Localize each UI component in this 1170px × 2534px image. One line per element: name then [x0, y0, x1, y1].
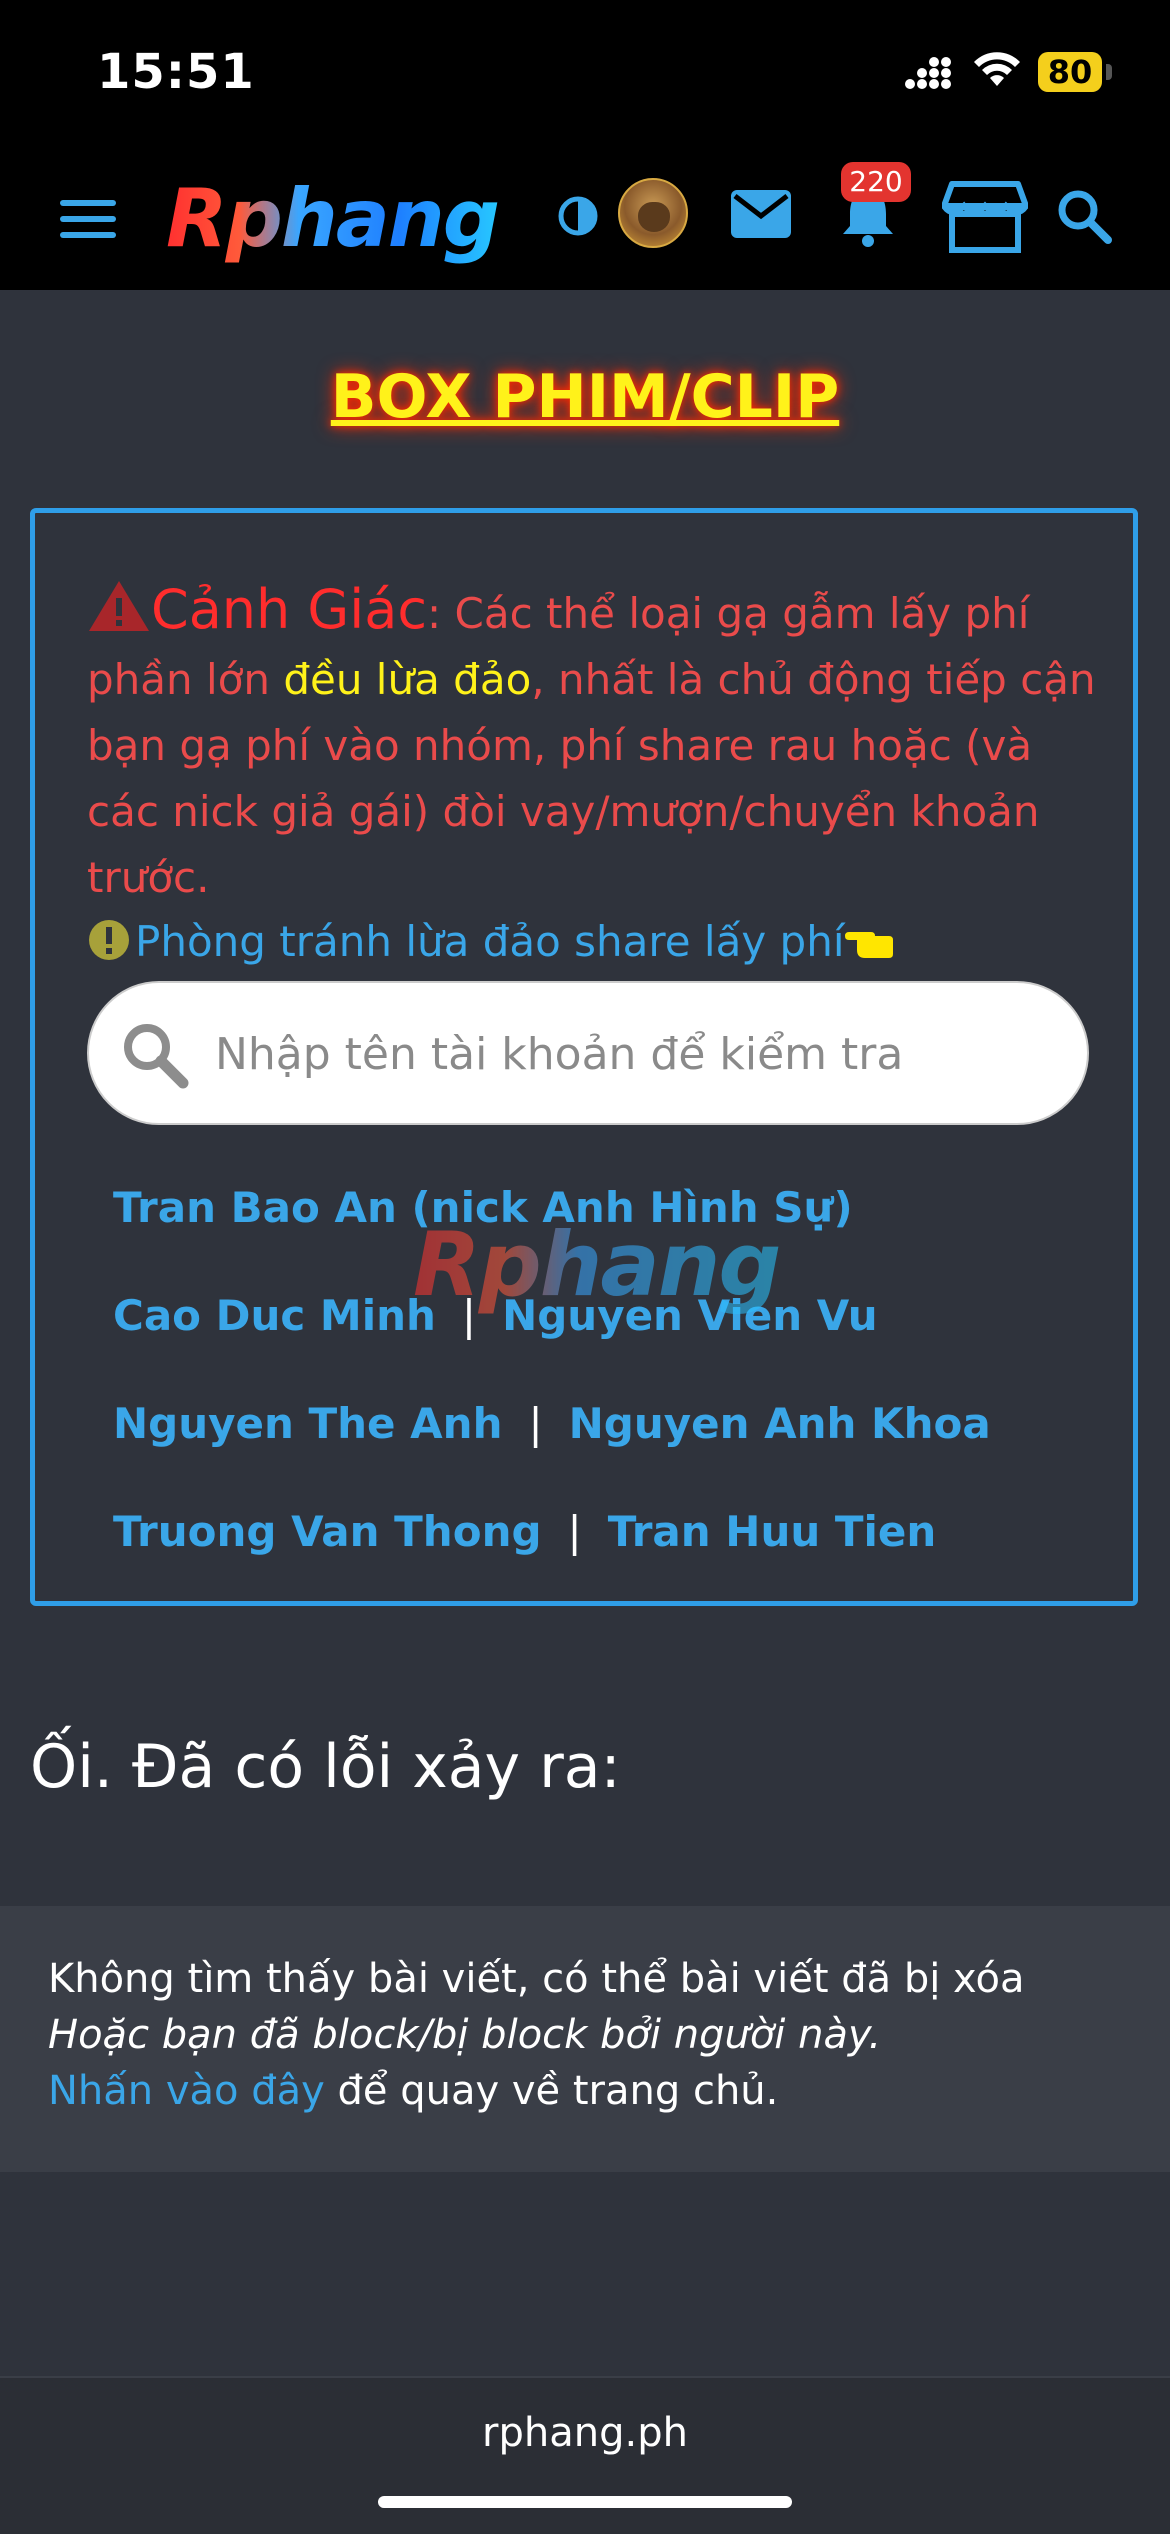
- scam-account-link[interactable]: Nguyen The Anh: [113, 1399, 502, 1448]
- scam-tip-text: Phòng tránh lừa đảo share lấy phí: [135, 917, 845, 966]
- store-icon[interactable]: [942, 180, 1028, 254]
- scam-account-link[interactable]: Tran Bao An (nick Anh Hình Sự): [113, 1183, 853, 1232]
- status-bar: 15:51 80: [0, 0, 1170, 148]
- separator: |: [567, 1507, 582, 1556]
- separator: |: [528, 1399, 543, 1448]
- scam-account-row: Truong Van Thong | Tran Huu Tien: [113, 1507, 936, 1556]
- home-link[interactable]: Nhấn vào đây: [48, 2068, 325, 2114]
- warning-heading: Cảnh Giác: [151, 578, 428, 641]
- cellular-signal-icon: [905, 57, 951, 89]
- scam-account-row: Tran Bao An (nick Anh Hình Sự): [113, 1183, 853, 1232]
- contrast-icon[interactable]: [556, 194, 600, 238]
- scam-account-row: Cao Duc Minh | Nguyen Vien Vu: [113, 1291, 878, 1340]
- error-line-3: Nhấn vào đây để quay về trang chủ.: [48, 2068, 778, 2114]
- error-line-3-text: để quay về trang chủ.: [324, 2068, 779, 2114]
- error-title: Ối. Đã có lỗi xảy ra:: [30, 1732, 621, 1802]
- scam-account-link[interactable]: Truong Van Thong: [113, 1507, 542, 1556]
- account-search-input[interactable]: [213, 1013, 1057, 1095]
- browser-footer: rphang.ph: [0, 2376, 1170, 2534]
- section-title[interactable]: BOX PHIM/CLIP: [0, 362, 1170, 432]
- wifi-icon: [974, 52, 1020, 86]
- scam-account-link[interactable]: Nguyen Vien Vu: [502, 1291, 878, 1340]
- battery-indicator: 80: [1038, 52, 1102, 92]
- warning-text: Cảnh Giác: Các thể loại gạ gẫm lấy phí p…: [87, 577, 1097, 911]
- separator: |: [461, 1291, 477, 1340]
- scam-tip-link[interactable]: Phòng tránh lừa đảo share lấy phí: [87, 909, 897, 975]
- error-line-2: Hoặc bạn đã block/bị block bởi người này…: [48, 2012, 882, 2058]
- site-logo[interactable]: Rphang: [166, 174, 500, 264]
- status-time: 15:51: [97, 44, 255, 100]
- account-search-box[interactable]: [87, 981, 1089, 1125]
- scam-account-link[interactable]: Cao Duc Minh: [113, 1291, 436, 1340]
- search-icon: [124, 1024, 189, 1089]
- home-indicator[interactable]: [378, 2496, 792, 2508]
- mail-icon[interactable]: [729, 188, 793, 240]
- error-line-1: Không tìm thấy bài viết, có thể bài viết…: [48, 1956, 1025, 2002]
- pointing-hand-icon: [844, 932, 893, 958]
- menu-icon[interactable]: [60, 200, 116, 240]
- scam-account-link[interactable]: Nguyen Anh Khoa: [569, 1399, 991, 1448]
- site-header: Rphang 220: [0, 148, 1170, 290]
- scam-warning-box: Cảnh Giác: Các thể loại gạ gẫm lấy phí p…: [30, 508, 1138, 1606]
- warning-triangle-icon: [89, 581, 149, 631]
- exclamation-icon: [89, 920, 129, 960]
- notification-badge: 220: [841, 162, 911, 202]
- avatar[interactable]: [618, 178, 688, 248]
- scam-account-link[interactable]: Tran Huu Tien: [608, 1507, 937, 1556]
- search-icon[interactable]: [1054, 186, 1114, 246]
- url-bar-domain[interactable]: rphang.ph: [0, 2410, 1170, 2456]
- battery-cap: [1106, 64, 1112, 80]
- scam-account-row: Nguyen The Anh | Nguyen Anh Khoa: [113, 1399, 991, 1448]
- error-message-box: Không tìm thấy bài viết, có thể bài viết…: [0, 1906, 1170, 2172]
- warning-highlight: đều lừa đảo: [283, 655, 532, 704]
